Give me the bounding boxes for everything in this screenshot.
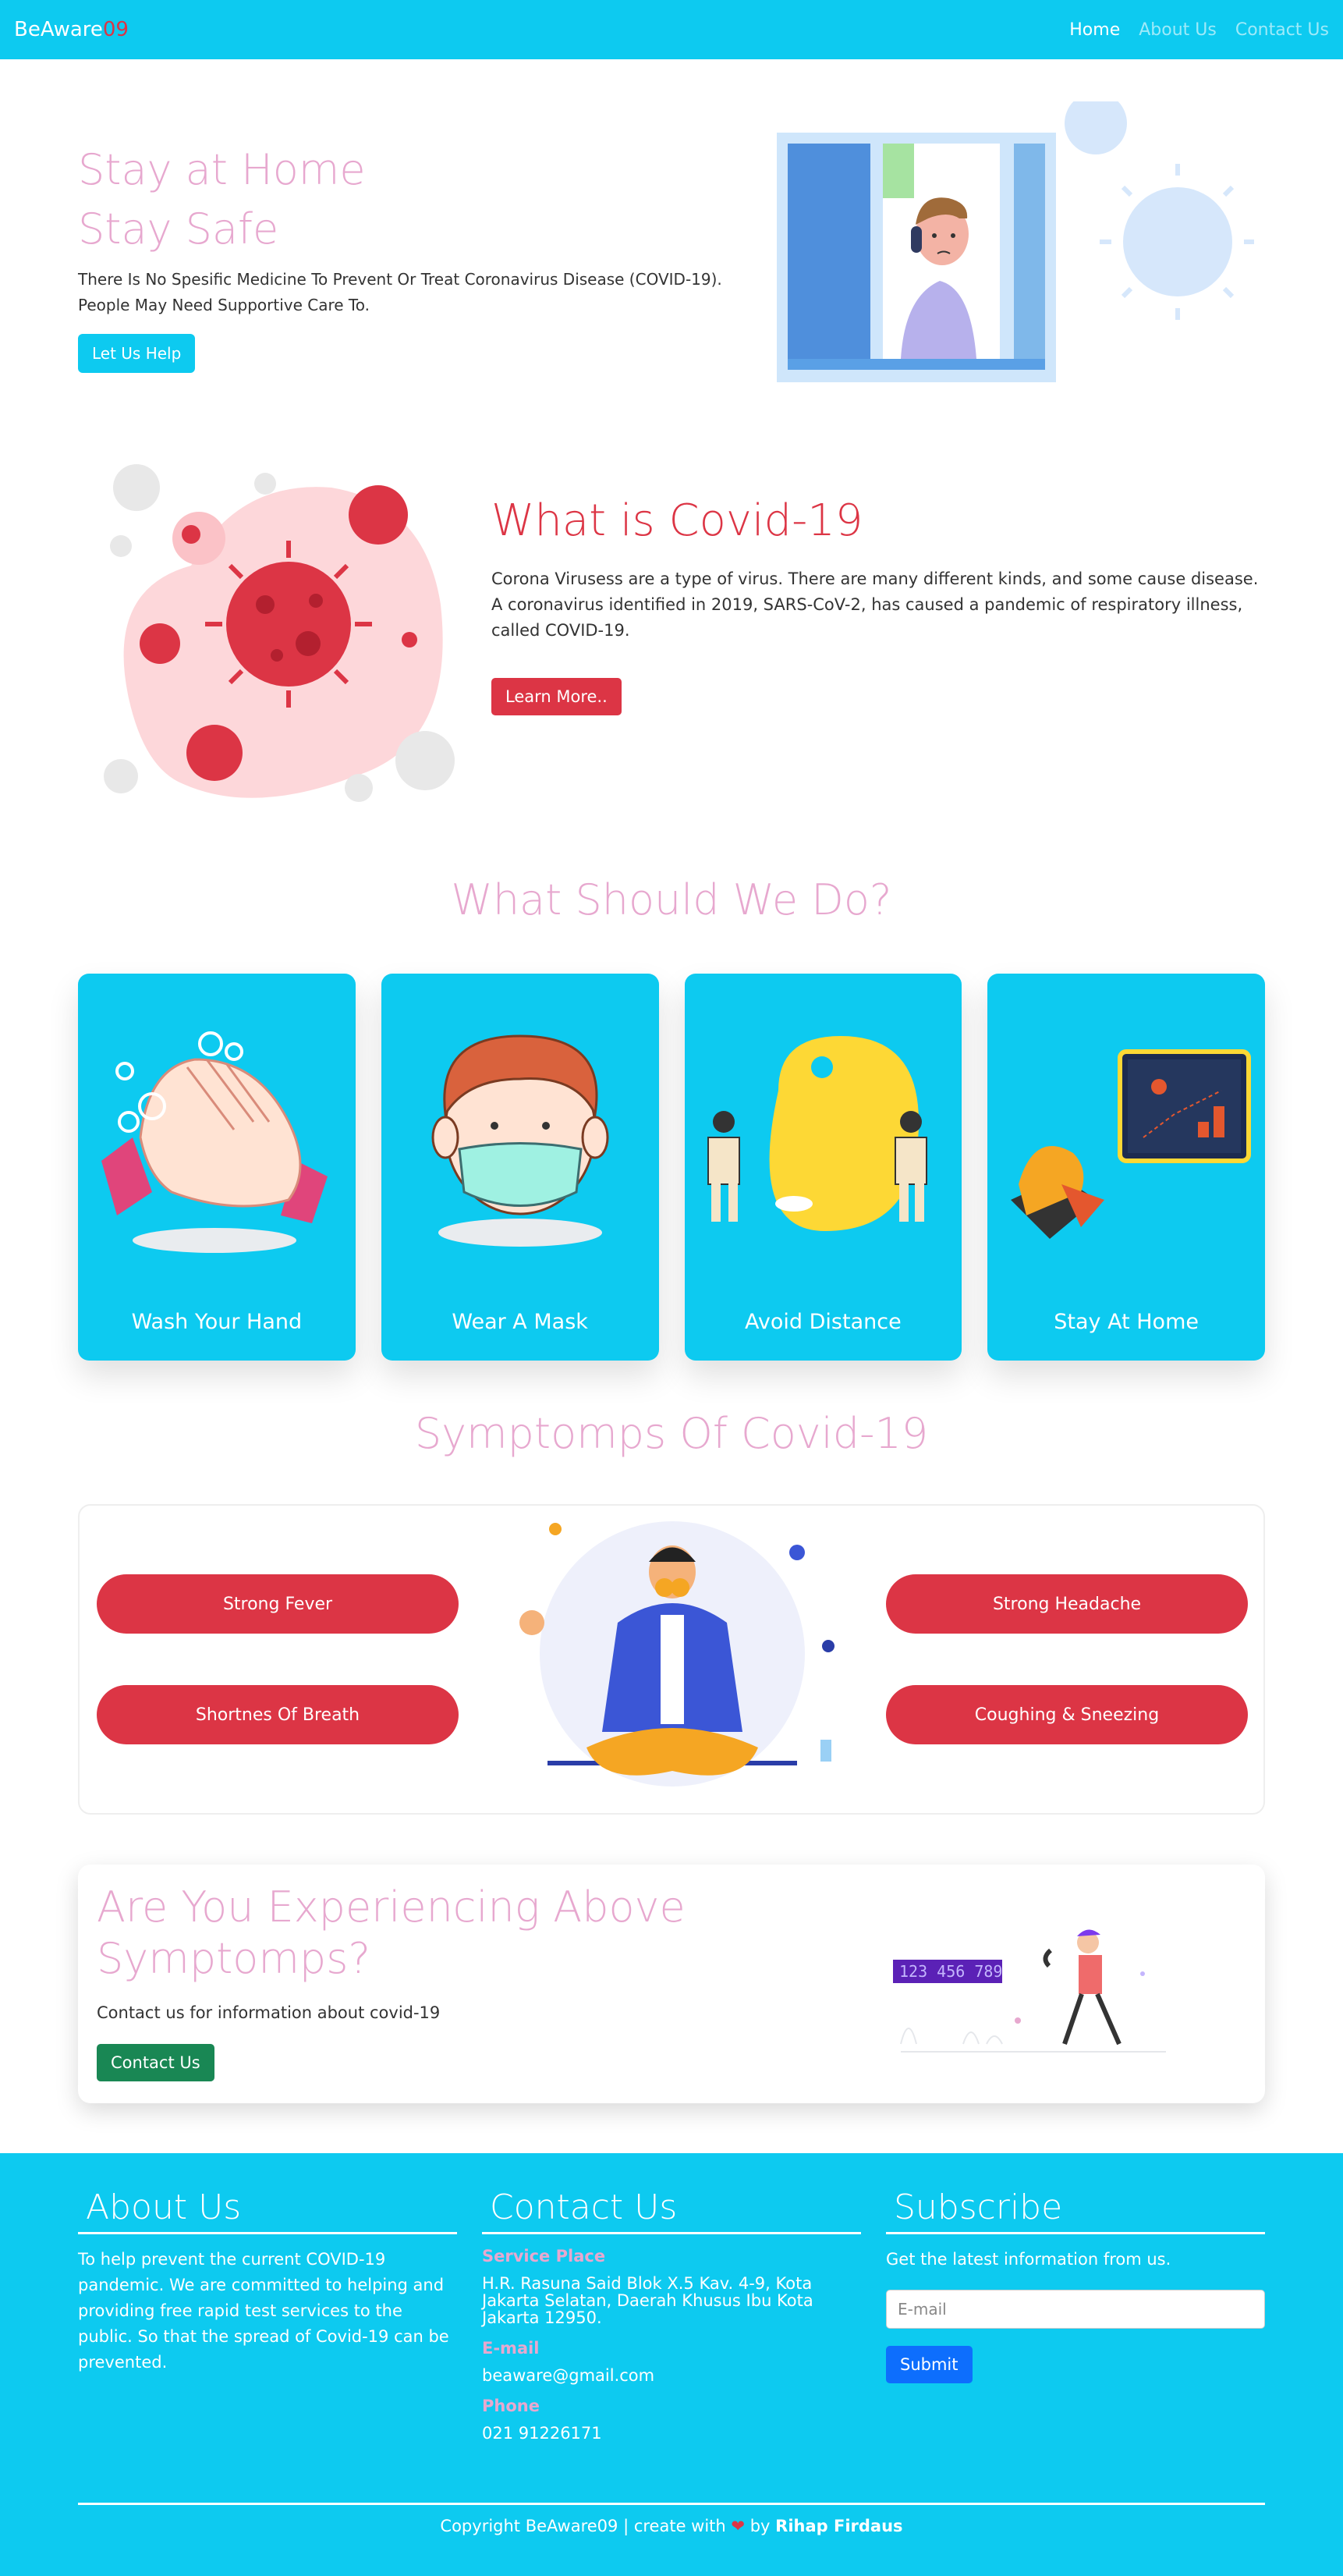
footer-contact: Contact Us Service Place H.R. Rasuna Sai…	[482, 2187, 861, 2442]
contact-us-button[interactable]: Contact Us	[97, 2044, 214, 2081]
phone-value: 021 91226171	[482, 2424, 602, 2443]
symptoms-illustration	[519, 1521, 835, 1787]
experiencing-text: Contact us for information about covid-1…	[97, 2003, 441, 2022]
card-wash-hand[interactable]: Wash Your Hand	[78, 974, 356, 1361]
footer-subscribe: Subscribe Get the latest information fro…	[886, 2187, 1265, 2383]
nav-contact-link[interactable]: Contact Us	[1235, 20, 1329, 40]
footer-about-title: About Us	[78, 2187, 457, 2234]
hero-title-line1: Stay at Home	[78, 145, 366, 194]
footer-subscribe-title: Subscribe	[886, 2187, 1265, 2234]
copyright-by: by	[749, 2517, 771, 2535]
wash-hand-illustration	[101, 1031, 328, 1253]
covid-virus-illustration	[104, 464, 455, 802]
nav-links: Home About Us Contact Us	[1069, 20, 1329, 40]
symptom-shortness-of-breath: Shortnes Of Breath	[97, 1685, 459, 1744]
footer-contact-title: Contact Us	[482, 2187, 861, 2234]
navbar: BeAware09 Home About Us Contact Us	[0, 0, 1343, 59]
card-wear-mask[interactable]: Wear A Mask	[381, 974, 659, 1361]
card-stay-home[interactable]: Stay At Home	[987, 974, 1265, 1361]
hero-title-line2: Stay Safe	[78, 204, 279, 254]
subscribe-text: Get the latest information from us.	[886, 2250, 1171, 2269]
subscribe-email-input[interactable]: E-mail	[886, 2290, 1265, 2329]
card-title-stay-home: Stay At Home	[1054, 1310, 1199, 1334]
brand-main: BeAware	[14, 18, 103, 41]
copyright-text: Copyright BeAware09 | create with	[440, 2517, 726, 2535]
wear-mask-illustration	[431, 1034, 609, 1247]
experiencing-title: Are You Experiencing Above Symptomps?	[97, 1882, 686, 1983]
card-title-wash-hand: Wash Your Hand	[131, 1310, 303, 1334]
avoid-distance-illustration	[707, 1036, 927, 1231]
hero-section: Stay at Home Stay Safe There Is No Spesi…	[78, 140, 749, 373]
hero-text: There Is No Spesific Medicine To Prevent…	[78, 270, 722, 314]
phone-call-illustration: 123 456 789	[893, 1929, 1166, 2053]
author-name: Rihap Firdaus	[775, 2517, 903, 2535]
submit-button[interactable]: Submit	[886, 2346, 973, 2383]
hero-illustration	[777, 101, 1254, 382]
footer-divider	[78, 2503, 1265, 2505]
prevention-cards: Wash Your Hand Wear A Mask Avoid Distanc…	[78, 974, 1265, 1361]
email-value[interactable]: beaware@gmail.com	[482, 2367, 861, 2384]
symptoms-box: Strong Fever Shortnes Of Breath Strong H…	[78, 1504, 1265, 1815]
phone-label: Phone	[482, 2397, 540, 2415]
let-us-help-button[interactable]: Let Us Help	[78, 334, 196, 373]
symptom-strong-fever: Strong Fever	[97, 1574, 459, 1634]
what-should-we-do-title: What Should We Do?	[451, 875, 892, 924]
footer-about: About Us To help prevent the current COV…	[78, 2187, 457, 2376]
copyright: Copyright BeAware09 | create with ❤ by R…	[0, 2517, 1343, 2535]
learn-more-button[interactable]: Learn More..	[491, 678, 622, 715]
card-avoid-distance[interactable]: Avoid Distance	[684, 974, 962, 1361]
nav-home-link[interactable]: Home	[1069, 20, 1120, 40]
symptom-coughing-sneezing: Coughing & Sneezing	[886, 1685, 1248, 1744]
email-label: E-mail	[482, 2339, 540, 2358]
footer-about-text: To help prevent the current COVID-19 pan…	[78, 2250, 449, 2372]
what-is-covid-section: What is Covid-19 Corona Virusess are a t…	[491, 495, 1263, 715]
footer: About Us To help prevent the current COV…	[0, 2153, 1343, 2576]
service-place-value: H.R. Rasuna Said Blok X.5 Kav. 4-9, Kota…	[482, 2274, 813, 2327]
heart-icon: ❤	[731, 2517, 746, 2535]
card-title-wear-mask: Wear A Mask	[452, 1310, 588, 1334]
stay-home-illustration	[1011, 1049, 1252, 1239]
service-place-label: Service Place	[482, 2247, 606, 2266]
nav-about-link[interactable]: About Us	[1139, 20, 1217, 40]
covid-title: What is Covid-19	[491, 495, 863, 546]
brand-logo[interactable]: BeAware09	[14, 18, 129, 41]
brand-accent: 09	[102, 18, 129, 41]
symptom-strong-headache: Strong Headache	[886, 1574, 1248, 1634]
phone-number-display: 123 456 789	[899, 1962, 1002, 1981]
experiencing-box: Are You Experiencing Above Symptomps? Co…	[78, 1865, 1265, 2103]
card-title-avoid-distance: Avoid Distance	[745, 1310, 902, 1334]
symptoms-title: Symptomps Of Covid-19	[414, 1409, 929, 1458]
covid-text: Corona Virusess are a type of virus. The…	[491, 569, 1259, 640]
